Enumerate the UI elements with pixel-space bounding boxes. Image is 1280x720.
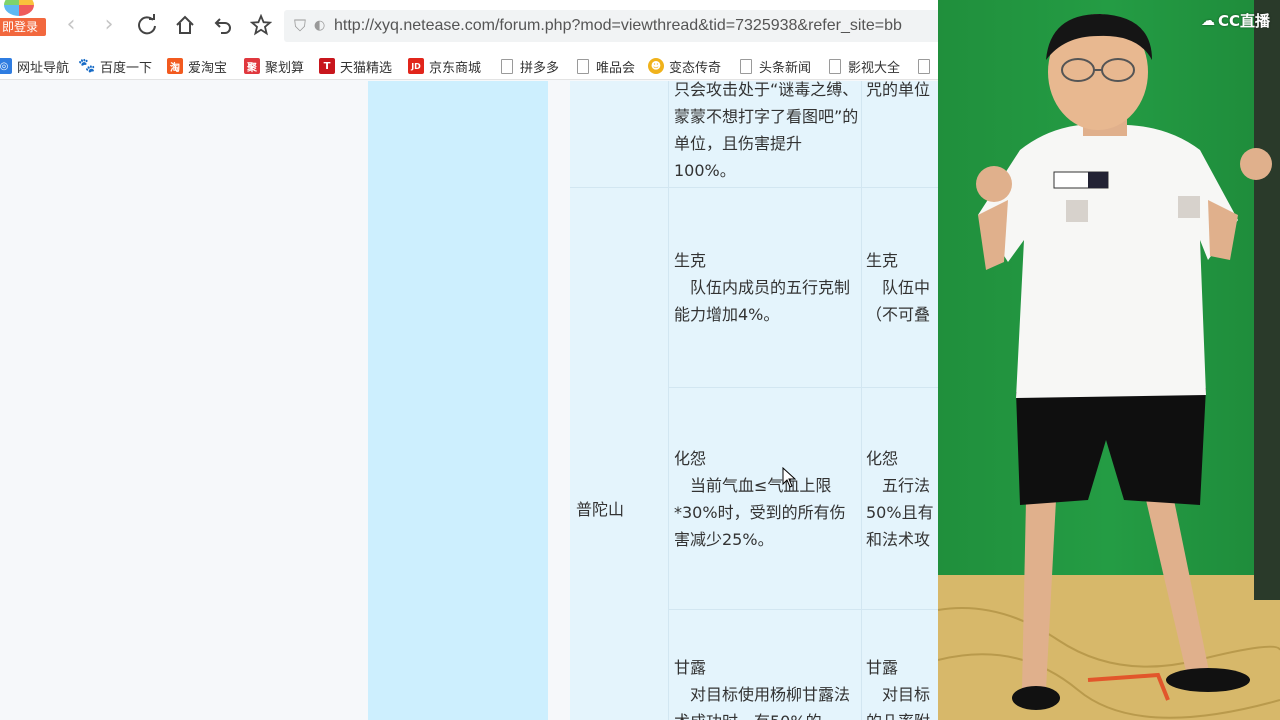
skill-title: 化怨 — [674, 449, 707, 468]
table-divider — [668, 387, 938, 388]
camera-off-icon: ◐ — [314, 18, 326, 33]
bookmark-item[interactable]: ☻ 变态传奇 — [648, 56, 721, 76]
bookmark-label: 影视大全 — [848, 60, 901, 76]
bookmark-label: 网址导航 — [17, 60, 70, 76]
bookmark-item[interactable]: JD 京东商城 — [408, 56, 481, 76]
forward-icon[interactable]: › — [96, 12, 122, 38]
taobao-icon: 淘 — [167, 58, 183, 74]
document-icon — [829, 58, 841, 74]
side-panel — [368, 81, 548, 720]
globe-icon: ◎ — [0, 58, 12, 74]
bookmark-item[interactable]: ◎ 网址导航 — [0, 56, 69, 76]
cc-logo-text: CC直播 — [1217, 12, 1270, 30]
skill-desc: 队伍内成员的五行克制能力增加4%。 — [674, 278, 851, 324]
bookmark-label: 变态传奇 — [669, 60, 722, 76]
address-bar[interactable]: ⛉ ◐ http://xyq.netease.com/forum.php?mod… — [284, 10, 938, 42]
bookmark-item[interactable]: 淘 爱淘宝 — [167, 56, 227, 76]
skill-title: 甘露 — [674, 658, 707, 677]
table-cell: 只会攻击处于“谜毒之缚、蒙蒙不想打字了看图吧”的单位，且伤害提升100%。 — [674, 81, 859, 180]
undo-icon[interactable] — [210, 12, 236, 38]
skill-title: 化怨 — [866, 449, 899, 468]
bookmark-label: 天猫精选 — [340, 60, 393, 76]
bookmark-label: 唯品会 — [596, 60, 636, 76]
star-icon[interactable] — [248, 12, 274, 38]
bookmarks-bar: ◎ 网址导航 🐾 百度一下 淘 爱淘宝 聚 聚划算 T 天猫精选 JD 京东商城… — [0, 52, 938, 80]
skill-title: 生克 — [866, 251, 899, 270]
game-icon: ☻ — [648, 58, 664, 74]
baidu-paw-icon: 🐾 — [78, 58, 96, 74]
bookmark-label: 聚划算 — [265, 60, 305, 76]
school-name: 普陀山 — [576, 500, 625, 519]
cc-logo-icon: ☁ — [1200, 12, 1215, 29]
skill-desc: 对目标使用杨柳甘露法术成功时，有50%的 — [674, 685, 851, 720]
table-divider — [570, 187, 938, 188]
skill-title: 生克 — [674, 251, 707, 270]
table-divider — [668, 81, 669, 720]
document-icon — [501, 58, 513, 74]
bookmark-label: 拼多多 — [520, 60, 560, 76]
page-content: 只会攻击处于“谜毒之缚、蒙蒙不想打字了看图吧”的单位，且伤害提升100%。 咒的… — [0, 81, 938, 720]
table-cell: 咒的单位 — [866, 81, 931, 99]
cc-live-logo: ☁ CC直播 — [1201, 10, 1270, 31]
url-text[interactable]: http://xyq.netease.com/forum.php?mod=vie… — [334, 16, 902, 36]
browser-toolbar: 即登录 ‹ › ⛉ ◐ http://xyq.netease.com/forum… — [0, 0, 938, 52]
bookmark-item[interactable]: 唯品会 — [577, 56, 635, 76]
document-icon — [740, 58, 752, 74]
back-icon[interactable]: ‹ — [58, 12, 84, 38]
bookmark-item[interactable]: 拼多多 — [501, 56, 559, 76]
skill-desc: 当前气血≤气血上限*30%时，受到的所有伤害减少25%。 — [674, 476, 846, 549]
document-icon — [577, 58, 589, 74]
bookmark-label: 京东商城 — [429, 60, 482, 76]
browser-window: 即登录 ‹ › ⛉ ◐ http://xyq.netease.com/forum… — [0, 0, 938, 720]
home-icon[interactable] — [172, 12, 198, 38]
bookmark-item[interactable]: 聚 聚划算 — [244, 56, 304, 76]
shield-icon: ⛉ — [294, 16, 307, 35]
bookmark-label: 爱淘宝 — [188, 60, 228, 76]
bookmark-item-overflow[interactable] — [918, 56, 937, 76]
bookmark-label: 百度一下 — [100, 60, 153, 76]
skill-desc: 五行法 50%且有 和法术攻 — [866, 476, 934, 549]
skill-desc: 队伍中 （不可叠 — [866, 278, 931, 324]
bookmark-item[interactable]: 🐾 百度一下 — [78, 56, 153, 76]
juhuasuan-icon: 聚 — [244, 58, 260, 74]
login-badge[interactable]: 即登录 — [0, 18, 46, 36]
skill-desc: 对目标 的几率附 — [866, 685, 931, 720]
bookmark-label: 头条新闻 — [759, 60, 812, 76]
document-icon — [918, 58, 930, 74]
jd-icon: JD — [408, 58, 424, 74]
streamer-figure — [938, 14, 1280, 719]
reload-icon[interactable] — [134, 12, 160, 38]
browser-logo-icon — [4, 0, 34, 16]
table-divider — [668, 609, 938, 610]
tmall-icon: T — [319, 58, 335, 74]
bookmark-item[interactable]: 影视大全 — [829, 56, 900, 76]
bookmark-item[interactable]: 头条新闻 — [740, 56, 811, 76]
webcam-overlay: ☁ CC直播 — [938, 0, 1280, 720]
bookmark-item[interactable]: T 天猫精选 — [319, 56, 392, 76]
mouse-cursor-icon — [782, 467, 796, 488]
skill-title: 甘露 — [866, 658, 899, 677]
table-divider — [861, 81, 862, 720]
